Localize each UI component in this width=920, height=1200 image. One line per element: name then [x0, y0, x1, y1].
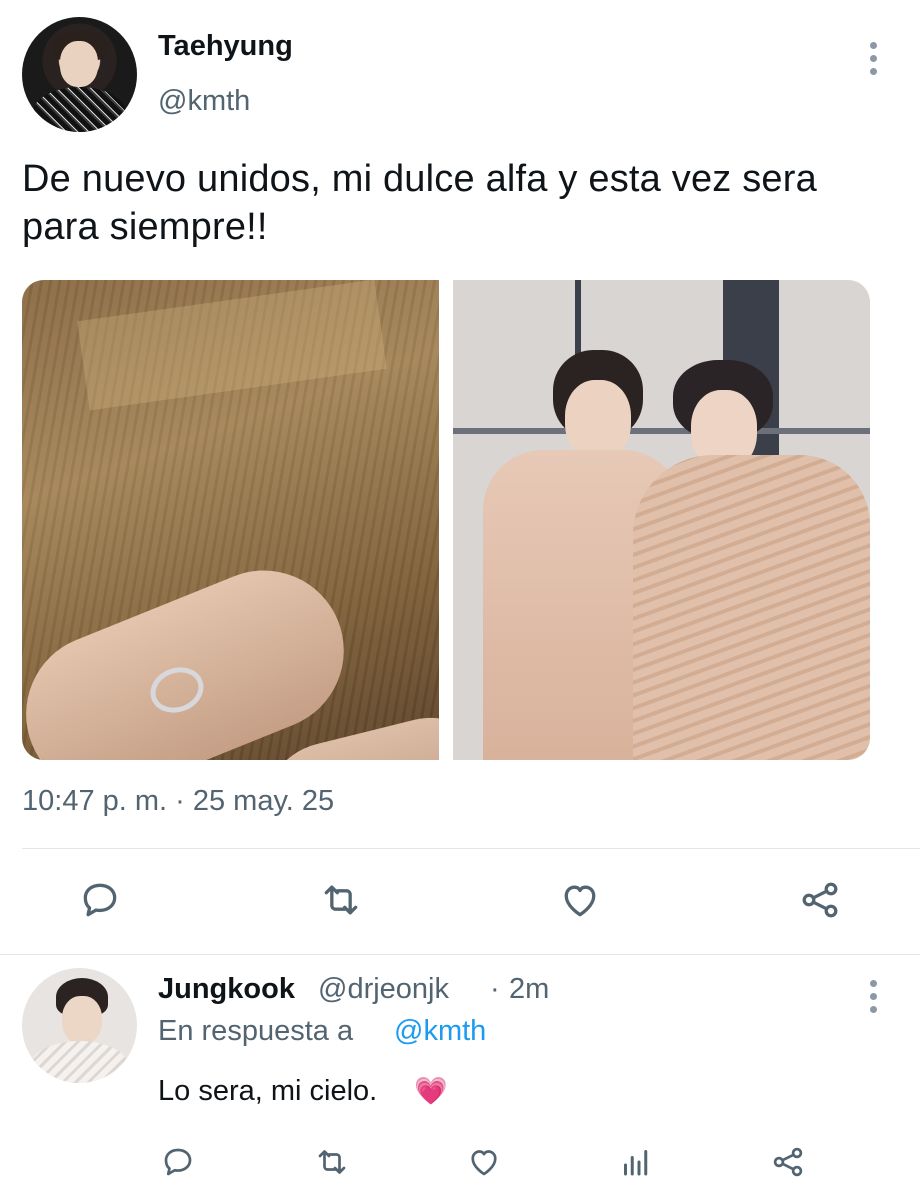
- reply-author-avatar[interactable]: [22, 968, 137, 1083]
- reply-to-link[interactable]: @kmth: [394, 1015, 486, 1048]
- reply-author-name[interactable]: Jungkook: [158, 973, 295, 1006]
- author-avatar[interactable]: [22, 17, 137, 132]
- divider: [0, 954, 920, 955]
- tweet-timestamp[interactable]: 10:47 p. m. · 25 may. 25: [22, 785, 334, 818]
- like-icon[interactable]: [462, 1140, 506, 1184]
- reply-author-handle[interactable]: @drjeonjk: [318, 973, 449, 1006]
- share-icon[interactable]: [792, 872, 848, 928]
- more-options-icon[interactable]: [868, 42, 878, 81]
- pink-heart-emoji: 💗: [414, 1076, 448, 1106]
- tweet-photo-hands[interactable]: [22, 280, 439, 760]
- retweet-icon[interactable]: [310, 1140, 354, 1184]
- tweet-text: De nuevo unidos, mi dulce alfa y esta ve…: [22, 158, 817, 248]
- analytics-icon[interactable]: [614, 1140, 658, 1184]
- share-icon[interactable]: [766, 1140, 810, 1184]
- retweet-icon[interactable]: [313, 872, 369, 928]
- reply-timestamp[interactable]: 2m: [509, 973, 549, 1006]
- reply-icon[interactable]: [156, 1140, 200, 1184]
- divider: [22, 848, 920, 849]
- author-handle[interactable]: @kmth: [158, 85, 250, 118]
- author-name[interactable]: Taehyung: [158, 30, 293, 63]
- reply-icon[interactable]: [72, 872, 128, 928]
- reply-text: Lo sera, mi cielo.: [158, 1075, 378, 1107]
- like-icon[interactable]: [552, 872, 608, 928]
- reply-to-label: En respuesta a: [158, 1015, 354, 1047]
- separator-dot: ·: [490, 973, 500, 1005]
- more-options-icon[interactable]: [868, 980, 878, 1019]
- tweet-photo-people[interactable]: [453, 280, 870, 760]
